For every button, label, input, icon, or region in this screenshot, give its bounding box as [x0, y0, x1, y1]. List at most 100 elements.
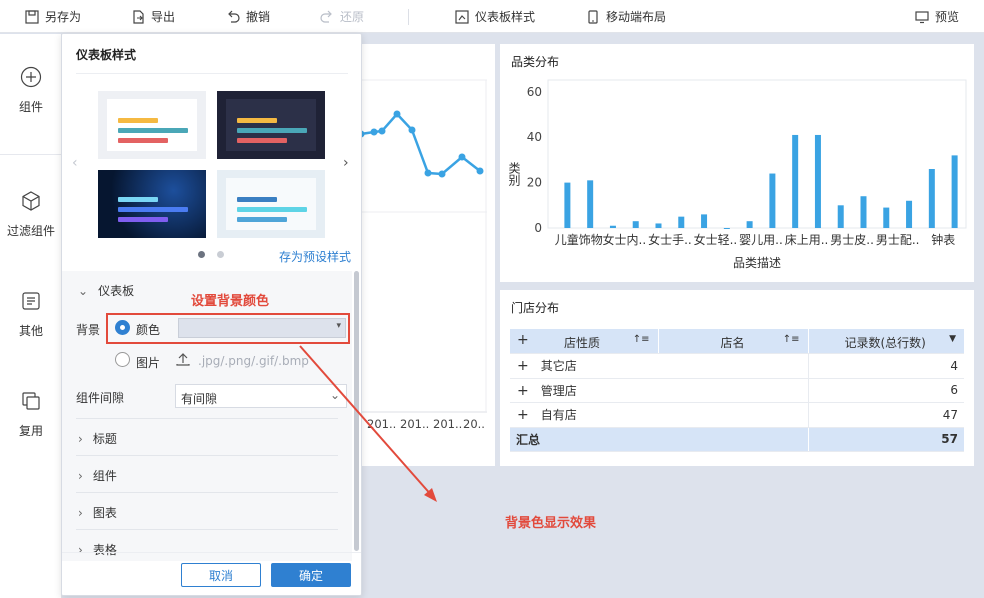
carousel-dot-active[interactable] [198, 251, 205, 258]
style-thumb-fresh[interactable] [217, 170, 325, 238]
bar [951, 155, 958, 228]
sidebar-item-filter[interactable]: 过滤组件 [0, 190, 62, 239]
style-thumb-starry[interactable] [98, 170, 206, 238]
data-point [476, 167, 484, 175]
annotation-set-bg: 设置背景颜色 [191, 294, 270, 309]
data-point [424, 169, 432, 177]
series-points [357, 110, 484, 178]
save-icon [25, 9, 39, 24]
row-count: 6 [807, 378, 964, 403]
row-count: 47 [807, 402, 964, 428]
redo-button[interactable]: 还原 [320, 0, 364, 33]
sidebar-item-reuse[interactable]: 复用 [0, 390, 62, 439]
mobile-layout-label: 移动端布局 [606, 10, 667, 24]
style-thumb-dark[interactable] [217, 91, 325, 159]
preview-label: 预览 [935, 10, 960, 24]
monitor-icon [915, 10, 929, 23]
upload-icon[interactable] [176, 352, 190, 366]
chevron-down-icon: ⌄ [78, 284, 89, 298]
bar [746, 221, 753, 228]
x-tick-label: 女士手.. [648, 232, 692, 247]
expand-row-icon[interactable]: + [517, 358, 529, 374]
x-tick-label: 婴儿用.. [739, 233, 783, 247]
section-component[interactable]: › 组件 [78, 467, 117, 484]
preview-button[interactable]: 预览 [915, 0, 959, 33]
row-type: 管理店 [540, 383, 577, 398]
category-chart-widget[interactable]: 品类分布 0 20 40 60 类别 儿童饰物 女士内.. 女士手.. 女士轻.. 婴儿用.. 床上… [500, 44, 974, 282]
expand-row-icon[interactable]: + [517, 407, 529, 423]
export-button[interactable]: 导出 [131, 0, 175, 33]
bar [678, 216, 685, 228]
store-table-widget[interactable]: 门店分布 + 店性质 ↑≡ 店名 ↑≡ 记录数(总行数) ▼ + 其它店 4 + 管… [500, 290, 974, 466]
toolbar-divider [408, 9, 409, 25]
expand-row-icon[interactable]: + [517, 383, 529, 399]
header-cell-name[interactable]: 店名 ↑≡ [657, 329, 808, 354]
carousel-prev-icon[interactable]: ‹ [72, 155, 78, 171]
sidebar-item-components[interactable]: 组件 [0, 66, 62, 115]
y-tick-label: 20 [527, 176, 542, 190]
export-icon [133, 9, 144, 24]
background-label: 背景 [76, 323, 101, 337]
style-thumb-light[interactable] [98, 91, 206, 159]
carousel-dot[interactable] [217, 251, 224, 258]
save-as-button[interactable]: 另存为 [25, 0, 81, 33]
section-chart[interactable]: › 图表 [78, 504, 117, 521]
header-cell-count[interactable]: 记录数(总行数) ▼ [807, 329, 964, 354]
x-axis-label: 品类描述 [733, 256, 781, 270]
section-title[interactable]: › 标题 [78, 430, 117, 447]
chevron-right-icon: › [78, 469, 83, 483]
expand-all-icon[interactable]: + [517, 332, 529, 348]
cancel-button[interactable]: 取消 [181, 563, 261, 587]
undo-icon [228, 10, 240, 23]
table-row[interactable]: + 自有店 47 [510, 402, 964, 428]
table-row[interactable]: + 其它店 4 [510, 353, 964, 379]
total-label: 汇总 [510, 427, 658, 452]
x-tick-label: 床上用.. [785, 233, 829, 247]
dashboard-style-button[interactable]: 仪表板样式 [455, 0, 535, 33]
table-row[interactable]: + 管理店 6 [510, 378, 964, 403]
panel-divider [76, 73, 348, 74]
sort-icon[interactable]: ↑≡ [633, 334, 650, 345]
sidebar-item-other[interactable]: 其他 [0, 290, 62, 339]
bar [860, 196, 867, 228]
table-title: 门店分布 [511, 301, 560, 315]
bar [723, 228, 730, 229]
sidebar-item-label: 过滤组件 [6, 224, 55, 238]
mobile-icon [588, 9, 598, 24]
bar [769, 173, 776, 228]
table-total-row: 汇总 57 [510, 427, 964, 452]
x-tick-label: 儿童饰物 [555, 232, 603, 247]
bar [883, 207, 890, 228]
dropdown-caret-icon[interactable]: ▼ [949, 334, 956, 344]
annotation-arrow [299, 345, 437, 502]
bar [609, 225, 616, 228]
data-point [370, 128, 378, 136]
row-count: 4 [807, 353, 964, 379]
data-point [378, 127, 386, 135]
sidebar-item-label: 其他 [18, 324, 43, 338]
bar [906, 200, 913, 228]
data-point [393, 110, 401, 118]
radio-image[interactable] [115, 352, 130, 367]
section-table[interactable]: › 表格 [78, 541, 117, 558]
section-dashboard[interactable]: ⌄ 仪表板 [78, 282, 134, 299]
sidebar-divider [0, 154, 62, 155]
bar [837, 205, 844, 228]
confirm-button[interactable]: 确定 [271, 563, 351, 587]
total-value: 57 [807, 427, 964, 452]
y-tick-label: 40 [527, 130, 542, 144]
sort-icon[interactable]: ↑≡ [783, 334, 800, 345]
mobile-layout-button[interactable]: 移动端布局 [586, 0, 666, 33]
y-tick-label: 60 [527, 85, 542, 99]
bar [792, 134, 799, 228]
header-label: 记录数(总行数) [844, 336, 926, 350]
carousel-next-icon[interactable]: › [343, 155, 349, 171]
section-label: 表格 [92, 543, 117, 557]
undo-button[interactable]: 撤销 [226, 0, 270, 33]
y-tick-label: 0 [534, 221, 542, 235]
save-preset-link[interactable]: 存为预设样式 [279, 248, 351, 265]
bar [701, 214, 708, 228]
header-cell-type[interactable]: + 店性质 ↑≡ [510, 329, 658, 354]
dashboard-style-panel: 仪表板样式 ‹ › 存为预设样式 ⌄ 仪表板 背景 颜色 ▾ 图片 .jpg/.… [61, 33, 362, 596]
cube-icon [22, 191, 40, 211]
